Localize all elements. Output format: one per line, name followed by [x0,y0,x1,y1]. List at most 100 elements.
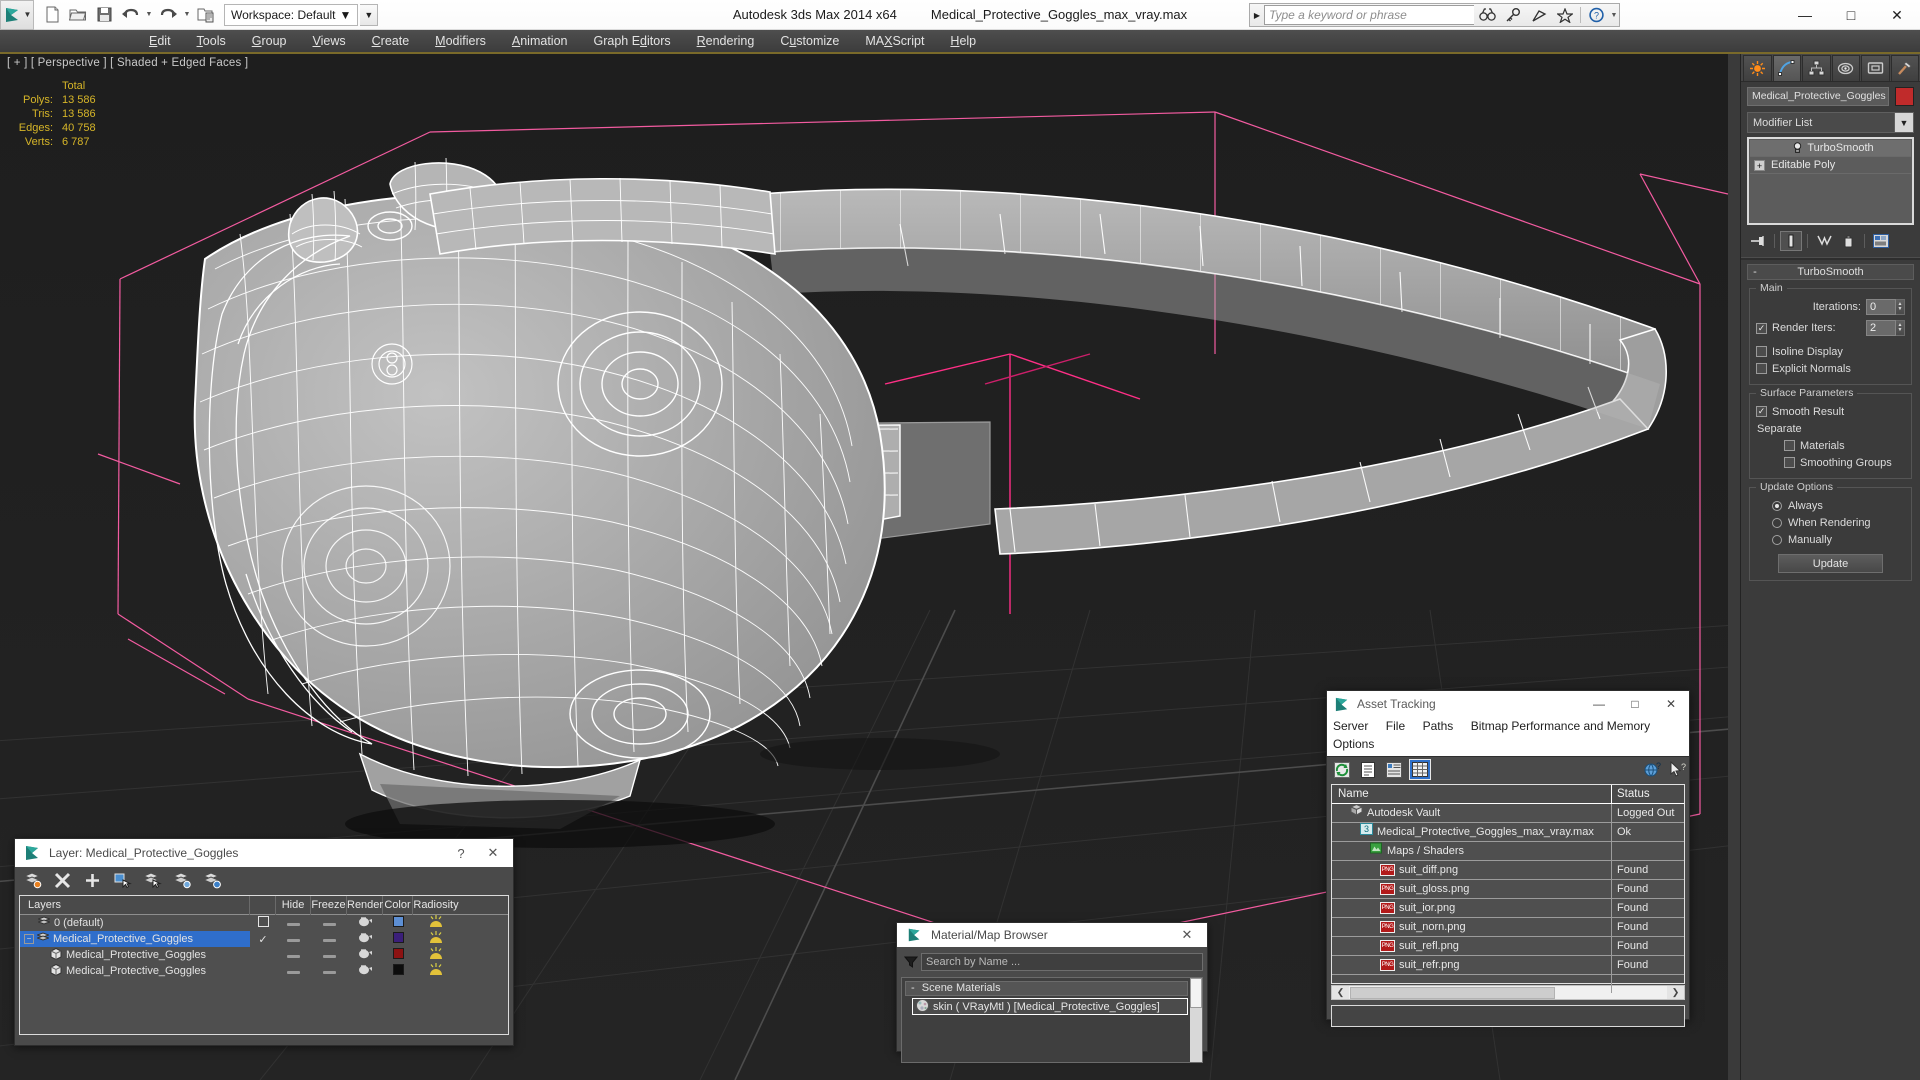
close-button[interactable]: ✕ [1653,691,1689,717]
show-end-result-icon[interactable] [1780,231,1802,251]
table-row[interactable]: Maps / Shaders [1332,842,1684,861]
asset-grid[interactable]: Name Status Autodesk Vault Logged Out 3 … [1331,784,1685,994]
menu-maxscript[interactable]: MAXScript [852,31,937,51]
table-row[interactable]: 3 Medical_Protective_Goggles_max_vray.ma… [1332,823,1684,842]
hide-toggle[interactable] [276,933,311,945]
table-row[interactable]: PNG suit_refr.png Found [1332,956,1684,975]
stack-item-editable-poly[interactable]: + Editable Poly [1750,157,1911,174]
close-button[interactable]: ✕ [1874,0,1920,30]
tab-display[interactable] [1861,55,1890,81]
close-button[interactable]: ✕ [1171,922,1203,948]
material-list[interactable]: - Scene Materials skin ( VRayMtl ) [Medi… [901,977,1203,1063]
app-logo-button[interactable]: ▼ [0,0,34,30]
table-row[interactable]: PNG suit_norn.png Found [1332,918,1684,937]
isoline-display-checkbox[interactable] [1756,346,1767,357]
list-item[interactable]: skin ( VRayMtl ) [Medical_Protective_Gog… [912,998,1188,1015]
redo-icon[interactable] [156,3,180,27]
scroll-right-button[interactable]: ❯ [1667,986,1684,999]
tab-motion[interactable] [1831,55,1860,81]
detail-view-icon[interactable] [1383,759,1405,780]
radiosity-icon[interactable] [413,931,459,947]
render-toggle[interactable] [347,964,383,978]
scrollbar-thumb[interactable] [1190,978,1202,1008]
table-row[interactable]: − Medical_Protective_Goggles ✓ [20,931,508,947]
update-button[interactable]: Update [1778,554,1883,573]
table-row[interactable]: 0 (default) [20,915,508,931]
tab-utilities[interactable] [1890,55,1919,81]
iterations-spinner-arrows[interactable]: ▲ ▼ [1896,299,1905,315]
search-input[interactable]: Type a keyword or phrase [1264,5,1474,25]
minimize-button[interactable]: — [1782,0,1828,30]
scene-materials-group[interactable]: - Scene Materials [905,981,1188,996]
material-map-browser[interactable]: Material/Map Browser ✕ Search by Name ..… [896,922,1208,1063]
help-arrow-icon[interactable]: ? [1667,759,1689,780]
update-always-row[interactable]: Always [1756,497,1905,514]
maximize-button[interactable]: □ [1828,0,1874,30]
explicit-normals-checkbox[interactable] [1756,363,1767,374]
table-row[interactable]: Medical_Protective_Goggles [20,947,508,963]
highlight-layer-icon[interactable] [171,870,193,891]
menu-animation[interactable]: Animation [499,31,581,51]
select-layers-icon[interactable] [141,870,163,891]
menu-rendering[interactable]: Rendering [684,31,768,51]
menu-bitmap-performance[interactable]: Bitmap Performance and Memory [1471,718,1650,735]
current-layer-check-icon[interactable]: ✓ [250,933,276,946]
app-menu-caret-icon[interactable]: ▼ [24,10,32,19]
hide-toggle[interactable] [276,949,311,961]
table-row[interactable]: PNG suit_refl.png Found [1332,937,1684,956]
menu-views[interactable]: Views [300,31,359,51]
radiosity-icon[interactable] [413,947,459,963]
freeze-toggle[interactable] [311,965,347,977]
undo-dropdown-caret-icon[interactable]: ▼ [144,11,154,18]
isoline-display-row[interactable]: Isoline Display [1756,343,1905,360]
update-manually-row[interactable]: Manually [1756,531,1905,548]
satellite-dish-icon[interactable] [1526,4,1552,26]
smoothing-groups-checkbox[interactable] [1784,457,1795,468]
menu-options[interactable]: Options [1333,736,1374,753]
filter-funnel-icon[interactable] [901,956,921,968]
make-unique-icon[interactable] [1813,231,1835,251]
grid-view-icon[interactable] [1409,759,1431,780]
delete-x-icon[interactable] [51,870,73,891]
color-swatch[interactable] [383,932,413,946]
tab-create[interactable] [1743,55,1772,81]
infocenter-expand-icon[interactable]: ▶ [1250,4,1264,26]
workspace-dropdown-button[interactable]: ▼ [360,3,379,26]
scrollbar-thumb[interactable] [1350,986,1555,999]
asset-tracking-window[interactable]: Asset Tracking — □ ✕ Server File Paths B… [1326,690,1690,1027]
color-swatch[interactable] [383,964,413,978]
new-file-icon[interactable] [40,3,64,27]
materials-checkbox[interactable] [1784,440,1795,451]
expand-collapse-icon[interactable]: − [24,934,34,944]
tab-hierarchy[interactable] [1802,55,1831,81]
configure-sets-icon[interactable] [1870,231,1892,251]
help-button[interactable]: ? [445,840,477,866]
radiosity-icon[interactable] [413,963,459,979]
separate-smoothing-groups-row[interactable]: Smoothing Groups [1756,454,1905,471]
open-file-icon[interactable] [66,3,90,27]
separate-materials-row[interactable]: Materials [1756,437,1905,454]
table-row[interactable]: PNG suit_diff.png Found [1332,861,1684,880]
layer-grid[interactable]: Layers Hide Freeze Render Color Radiosit… [19,895,509,1035]
redo-dropdown-caret-icon[interactable]: ▼ [182,11,192,18]
render-iters-checkbox[interactable]: ✓ [1756,322,1767,334]
group-collapse-icon[interactable]: - [911,982,915,994]
minimize-button[interactable]: — [1581,691,1617,717]
explicit-normals-row[interactable]: Explicit Normals [1756,360,1905,377]
manually-radio[interactable] [1772,534,1782,545]
stack-item-turbosmooth[interactable]: TurboSmooth [1750,140,1911,157]
menu-file[interactable]: File [1386,718,1405,735]
undo-icon[interactable] [118,3,142,27]
update-when-rendering-row[interactable]: When Rendering [1756,514,1905,531]
current-layer-checkbox[interactable] [250,916,276,930]
close-button[interactable]: ✕ [477,840,509,866]
plus-icon[interactable] [81,870,103,891]
menu-paths[interactable]: Paths [1423,718,1454,735]
freeze-toggle[interactable] [311,933,347,945]
menu-group[interactable]: Group [239,31,300,51]
viewport-label[interactable]: [ + ] [ Perspective ] [ Shaded + Edged F… [7,57,248,69]
select-objects-icon[interactable] [111,870,133,891]
render-toggle[interactable] [347,932,383,946]
rollout-collapse-icon[interactable]: - [1748,266,1762,278]
iterations-spinner[interactable]: 0 ▲ ▼ [1866,299,1905,315]
